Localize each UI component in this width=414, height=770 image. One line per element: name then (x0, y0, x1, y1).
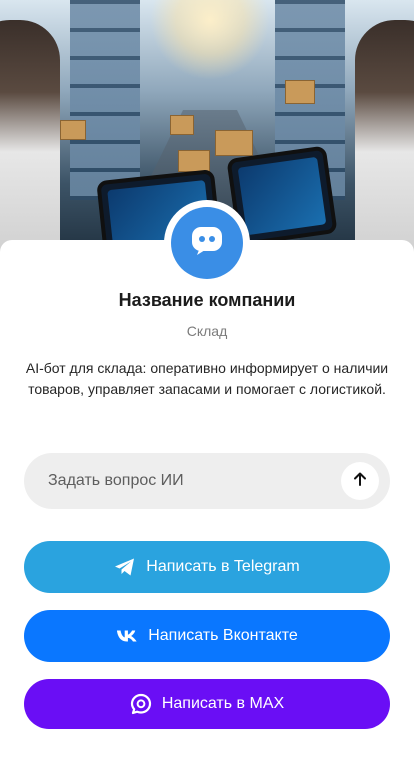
vk-button[interactable]: Написать Вконтакте (24, 610, 390, 662)
vk-button-label: Написать Вконтакте (148, 627, 298, 644)
arrow-up-icon (352, 471, 368, 492)
ceiling-light (150, 0, 270, 80)
cardboard-box (285, 80, 315, 104)
company-name: Название компании (118, 290, 296, 310)
chat-bot-icon (191, 226, 223, 261)
company-description: AI-бот для склада: оперативно информируе… (25, 360, 389, 397)
max-button[interactable]: Написать в MAX (24, 679, 390, 729)
max-icon (130, 693, 152, 715)
cardboard-box (60, 120, 86, 140)
telegram-icon (114, 556, 136, 578)
telegram-button-label: Написать в Telegram (146, 558, 300, 575)
max-button-label: Написать в MAX (161, 695, 285, 712)
cardboard-box (178, 150, 210, 172)
worker-right (355, 20, 414, 260)
worker-left (0, 20, 60, 260)
ask-ai-placeholder: Задать вопрос ИИ (48, 472, 184, 489)
send-button[interactable] (341, 462, 379, 500)
cardboard-box (215, 130, 253, 156)
ask-ai-input[interactable]: Задать вопрос ИИ (24, 453, 390, 509)
page: Название компании Склад AI-бот для склад… (0, 0, 414, 770)
shelf-rack-left (70, 0, 140, 200)
vk-icon (116, 625, 138, 647)
cardboard-box (170, 115, 194, 135)
telegram-button[interactable]: Написать в Telegram (24, 541, 390, 593)
company-category: Склад (186, 323, 228, 339)
avatar (171, 207, 243, 279)
